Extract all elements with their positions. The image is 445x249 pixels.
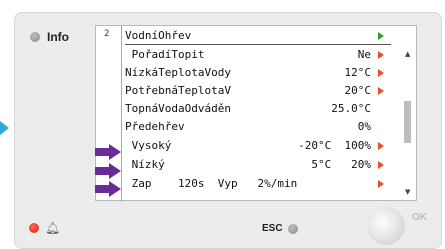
screen-divider <box>121 26 122 202</box>
edit-arrow-icon[interactable] <box>378 142 384 150</box>
highlight-arrow-icon <box>95 144 121 160</box>
scrollbar[interactable]: ▲ ▼ <box>403 50 412 198</box>
info-led-icon <box>30 32 40 42</box>
next-page-arrow-icon[interactable] <box>378 32 384 40</box>
row-label: Nízký <box>125 158 165 171</box>
list-item[interactable]: PořadíTopit Ne <box>125 46 391 64</box>
row-label: TopnáVodaOdváděn <box>125 102 231 115</box>
esc-led-icon <box>287 223 298 234</box>
row-value: 0% <box>357 120 371 133</box>
edit-arrow-icon[interactable] <box>378 51 384 59</box>
edit-arrow-icon[interactable] <box>378 180 384 188</box>
row-label: PořadíTopit <box>125 48 205 61</box>
lcd-screen: 2 VodníOhřev PořadíTopit Ne NízkáTeplota… <box>95 25 417 202</box>
edit-arrow-icon[interactable] <box>378 87 384 95</box>
row-label: NízkáTeplotaVody <box>125 66 231 79</box>
screen-header[interactable]: VodníOhřev <box>125 28 391 45</box>
list-item[interactable]: PotřebnáTeplotaV 20°C <box>125 82 391 100</box>
ok-label: OK <box>412 212 427 223</box>
list-item: TopnáVodaOdváděn 25.0°C <box>125 100 391 118</box>
alarm-led-icon <box>29 223 39 233</box>
scroll-up-icon[interactable]: ▲ <box>405 50 410 58</box>
list-item[interactable]: Vysoký -20°C 100% <box>125 137 391 155</box>
row-label: Předehřev <box>125 120 185 133</box>
side-pointer-arrow-icon <box>0 121 9 135</box>
list-item[interactable]: Nízký 5°C 20% <box>125 156 391 174</box>
esc-label: ESC <box>262 223 283 234</box>
edit-arrow-icon[interactable] <box>378 69 384 77</box>
highlight-arrow-icon <box>95 163 121 179</box>
screen-title: VodníOhřev <box>125 29 192 42</box>
page-number: 2 <box>104 29 110 39</box>
info-label: Info <box>47 30 69 44</box>
esc-button[interactable]: ESC <box>262 223 298 234</box>
row-value: 12°C <box>344 66 372 79</box>
highlight-arrow-icon <box>95 181 121 197</box>
bell-icon: 🔔︎ <box>45 221 61 235</box>
row-value: Ne <box>357 48 371 61</box>
list-item[interactable]: NízkáTeplotaVody 12°C <box>125 64 391 82</box>
scrollbar-thumb[interactable] <box>404 101 411 143</box>
list-item[interactable]: Zap 120s Vyp 2%/min <box>125 175 391 193</box>
row-value: -20°C 100% <box>298 139 371 152</box>
row-label: Zap 120s Vyp 2%/min <box>125 177 298 190</box>
list-item: Předehřev 0% <box>125 118 391 136</box>
ok-knob[interactable] <box>367 207 405 245</box>
alarm-button[interactable]: 🔔︎ <box>29 221 61 235</box>
edit-arrow-icon[interactable] <box>378 161 384 169</box>
row-value: 5°C 20% <box>311 158 371 171</box>
row-value: 20°C <box>344 84 372 97</box>
row-label: Vysoký <box>125 139 172 152</box>
scroll-down-icon[interactable]: ▼ <box>405 188 410 196</box>
row-label: PotřebnáTeplotaV <box>125 84 231 97</box>
info-button[interactable]: Info <box>30 30 69 44</box>
row-value: 25.0°C <box>331 102 371 115</box>
